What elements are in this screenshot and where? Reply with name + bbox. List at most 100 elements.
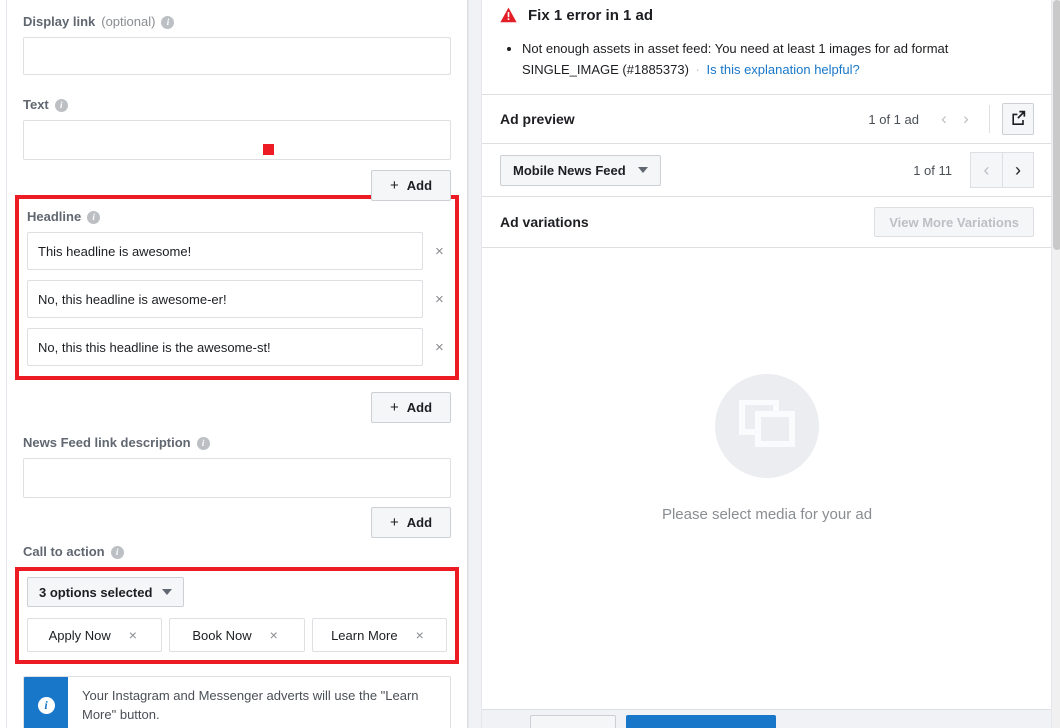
ad-preview-header: Ad preview 1 of 1 ad ‹ › — [482, 95, 1052, 143]
page-scrollbar-thumb[interactable] — [1053, 0, 1060, 250]
add-headline-button[interactable]: + Add — [371, 392, 451, 423]
header-divider — [989, 105, 990, 133]
info-icon[interactable]: i — [196, 436, 210, 450]
placement-select[interactable]: Mobile News Feed — [500, 154, 661, 186]
remove-headline-2-button[interactable]: × — [429, 290, 447, 308]
cta-chip-label: Book Now — [192, 627, 252, 643]
ad-preview-title: Ad preview — [500, 111, 575, 127]
ad-preview-count: 1 of 1 ad — [868, 111, 919, 127]
error-list: Not enough assets in asset feed: You nee… — [500, 38, 1034, 80]
info-icon[interactable]: i — [54, 98, 68, 112]
headline-row: × — [27, 232, 447, 270]
call-to-action-select[interactable]: 3 options selected — [27, 577, 185, 607]
ad-preview-header-section: Ad preview 1 of 1 ad ‹ › — [482, 95, 1052, 144]
headline-input-2[interactable] — [27, 280, 423, 318]
view-more-variations-button[interactable]: View More Variations — [874, 207, 1034, 237]
news-feed-link-description-input[interactable] — [23, 458, 451, 498]
is-this-explanation-helpful-link[interactable]: Is this explanation helpful? — [707, 62, 860, 77]
headline-input-1[interactable] — [27, 232, 423, 270]
add-text-button-label: Add — [406, 178, 433, 193]
placement-row: Mobile News Feed 1 of 11 ‹ › — [482, 144, 1052, 196]
bottom-primary-button[interactable] — [626, 715, 776, 728]
error-section: Fix 1 error in 1 ad Not enough assets in… — [482, 0, 1052, 95]
ad-creative-form-panel: Display link (optional) i Text i + Add H… — [0, 0, 468, 728]
chevron-down-icon — [162, 589, 173, 595]
remove-cta-learn-more-button[interactable]: × — [410, 626, 428, 644]
placement-prev-button[interactable]: ‹ — [970, 152, 1002, 188]
news-feed-link-description-group: News Feed link description i — [23, 435, 451, 498]
ad-variations-row: Ad variations View More Variations — [482, 197, 1052, 247]
text-field-red-marker — [263, 144, 274, 155]
display-link-label: Display link (optional) i — [23, 14, 451, 30]
placement-section: Mobile News Feed 1 of 11 ‹ › — [482, 144, 1052, 197]
warning-triangle-icon — [500, 7, 517, 23]
display-link-field-group: Display link (optional) i — [23, 0, 451, 75]
info-banner-icon-block: i — [24, 677, 68, 728]
error-list-item: Not enough assets in asset feed: You nee… — [522, 38, 1034, 80]
headline-highlight-box: Headline i × × × — [15, 195, 459, 380]
remove-headline-1-button[interactable]: × — [429, 242, 447, 260]
text-label: Text i — [23, 97, 451, 113]
remove-cta-apply-now-button[interactable]: × — [123, 626, 141, 644]
error-title: Fix 1 error in 1 ad — [528, 6, 654, 24]
media-placeholder-area: Please select media for your ad — [482, 248, 1052, 648]
plus-icon: + — [389, 399, 399, 416]
cta-chip-book-now[interactable]: Book Now × — [169, 618, 305, 652]
media-placeholder-icon — [738, 399, 796, 451]
call-to-action-label: Call to action i — [23, 544, 451, 560]
call-to-action-select-value: 3 options selected — [39, 584, 153, 600]
headline-row: × — [27, 328, 447, 366]
text-input[interactable] — [23, 120, 451, 160]
display-link-optional-text: (optional) — [101, 14, 156, 29]
news-feed-link-description-label-text: News Feed link description — [23, 435, 191, 450]
bottom-secondary-button[interactable] — [530, 715, 616, 728]
media-placeholder-message: Please select media for your ad — [661, 505, 873, 523]
remove-cta-book-now-button[interactable]: × — [264, 626, 282, 644]
app-root: Display link (optional) i Text i + Add H… — [0, 0, 1060, 728]
add-headline-button-label: Add — [406, 400, 433, 415]
display-link-label-text: Display link — [23, 14, 96, 29]
add-headline-row: + Add — [23, 392, 451, 423]
headline-row: × — [27, 280, 447, 318]
news-feed-link-description-label: News Feed link description i — [23, 435, 451, 451]
instagram-messenger-info-banner: i Your Instagram and Messenger adverts w… — [23, 676, 451, 728]
ad-variations-section: Ad variations View More Variations — [482, 197, 1052, 248]
error-separator: · — [695, 62, 700, 77]
error-header: Fix 1 error in 1 ad — [482, 0, 1052, 30]
chevron-down-icon — [637, 167, 648, 173]
text-label-text: Text — [23, 97, 49, 112]
cta-chip-learn-more[interactable]: Learn More × — [311, 618, 447, 652]
error-body: Not enough assets in asset feed: You nee… — [482, 30, 1052, 94]
remove-headline-3-button[interactable]: × — [429, 338, 447, 356]
page-scrollbar[interactable] — [1051, 0, 1060, 728]
placement-next-button[interactable]: › — [1002, 152, 1034, 188]
creative-form-card: Display link (optional) i Text i + Add H… — [7, 0, 468, 728]
external-link-icon — [1011, 110, 1026, 128]
bottom-action-bar — [482, 709, 1060, 728]
add-text-button[interactable]: + Add — [371, 170, 451, 201]
headline-input-3[interactable] — [27, 328, 423, 366]
media-placeholder-icon-circle — [715, 373, 819, 478]
ad-variations-title: Ad variations — [500, 214, 589, 230]
add-description-row: + Add — [23, 507, 451, 538]
cta-chip-apply-now[interactable]: Apply Now × — [27, 618, 163, 652]
open-in-new-window-button[interactable] — [1002, 103, 1034, 135]
display-link-input[interactable] — [23, 37, 451, 75]
plus-icon: + — [389, 177, 399, 194]
text-field-group: Text i — [23, 97, 451, 160]
cta-chip-label: Learn More — [331, 627, 398, 643]
add-description-button[interactable]: + Add — [371, 507, 451, 538]
ad-preview-prev-button[interactable]: ‹ — [933, 108, 955, 130]
panel-gutter — [468, 0, 482, 728]
headline-label-text: Headline — [27, 209, 82, 224]
call-to-action-label-row: Call to action i — [23, 544, 451, 560]
ad-preview-next-button[interactable]: › — [955, 108, 977, 130]
cta-chip-label: Apply Now — [48, 627, 111, 643]
info-icon[interactable]: i — [87, 210, 101, 224]
info-icon[interactable]: i — [161, 15, 175, 29]
placement-select-value: Mobile News Feed — [513, 162, 626, 178]
placement-count: 1 of 11 — [913, 162, 952, 178]
call-to-action-highlight-box: 3 options selected Apply Now × Book Now … — [15, 567, 459, 664]
info-icon: i — [37, 696, 55, 714]
info-icon[interactable]: i — [110, 545, 124, 559]
